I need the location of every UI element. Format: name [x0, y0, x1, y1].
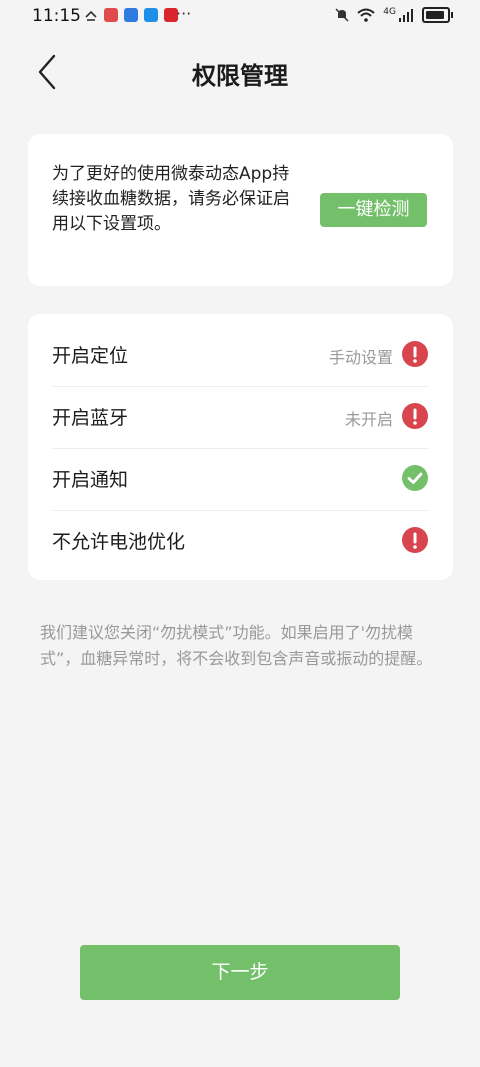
status-indicators: 4G	[335, 7, 453, 23]
mute-icon	[335, 8, 349, 22]
notification-icons	[84, 8, 178, 22]
permission-label: 开启蓝牙	[52, 407, 129, 429]
permission-row-bluetooth[interactable]: 开启蓝牙 未开启	[52, 386, 429, 449]
permissions-card: 开启定位 手动设置 开启蓝牙 未开启 开启通知 不允许电池优化	[28, 314, 453, 580]
dnd-notice-text: 我们建议您关闭“勿扰模式”功能。如果启用了'勿扰模式”，血糖异常时，将不会收到包…	[40, 623, 433, 668]
permission-row-notification[interactable]: 开启通知	[52, 448, 429, 511]
more-notifications-icon: ···	[176, 4, 192, 23]
permission-row-battery-optimization[interactable]: 不允许电池优化	[52, 510, 429, 572]
info-card: 为了更好的使用微泰动态App持续接收血糖数据，请务必保证启用以下设置项。 一键检…	[28, 134, 453, 286]
wifi-icon	[357, 8, 375, 22]
one-click-check-button[interactable]: 一键检测	[320, 193, 427, 227]
status-bar: 11:15 ··· 4G	[0, 0, 480, 32]
permission-label: 开启定位	[52, 345, 129, 367]
info-text: 为了更好的使用微泰动态App持续接收血糖数据，请务必保证启用以下设置项。	[52, 164, 290, 234]
warning-icon	[402, 341, 428, 367]
next-step-button[interactable]: 下一步	[80, 945, 400, 1000]
app-notification-icon	[124, 8, 138, 22]
page-title: 权限管理	[192, 62, 288, 90]
permission-status: 未开启	[344, 410, 393, 429]
permission-label: 开启通知	[52, 469, 129, 491]
network-type: 4G	[383, 7, 396, 17]
app-notification-icon	[104, 8, 118, 22]
status-time: 11:15	[32, 6, 81, 26]
app-notification-icon	[144, 8, 158, 22]
permission-row-location[interactable]: 开启定位 手动设置	[52, 324, 429, 387]
missed-call-icon	[85, 10, 97, 21]
signal-icon	[399, 9, 413, 22]
battery-icon	[422, 7, 453, 23]
warning-icon	[402, 527, 428, 553]
permission-status: 手动设置	[328, 348, 393, 367]
permission-label: 不允许电池优化	[52, 531, 186, 553]
warning-icon	[402, 403, 428, 429]
check-icon	[402, 465, 428, 491]
